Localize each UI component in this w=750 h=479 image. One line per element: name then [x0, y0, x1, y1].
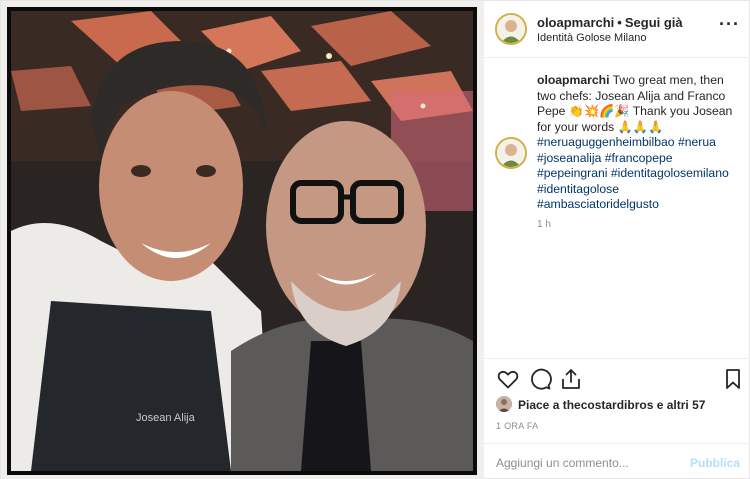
caption-timestamp[interactable]: 1 h [537, 219, 551, 230]
post-sidebar: oloapmarchi • Segui già Identità Golose Mi… [483, 1, 750, 479]
action-bar [484, 358, 750, 398]
likes-summary: Piace a thecostardibros e altri 57 [496, 396, 746, 414]
hashtag-link[interactable]: #identitagolose [537, 182, 619, 196]
separator-dot: • [617, 15, 622, 30]
follow-status-button[interactable]: Segui già [625, 15, 683, 30]
avatar-illustration [497, 139, 525, 167]
more-dots-icon[interactable]: ··· [719, 15, 740, 33]
photo-illustration: Josean Alija [11, 11, 473, 471]
comment-bar: Pubblica [484, 443, 750, 479]
liker-avatar[interactable] [496, 396, 512, 412]
post-photo-area: Josean Alija [1, 1, 483, 479]
caption-area: oloapmarchi Two great men, then two chef… [484, 59, 750, 357]
hashtag-link[interactable]: #joseanalija [537, 151, 601, 165]
share-icon[interactable] [559, 367, 583, 391]
post-location[interactable]: Identità Golose Milano [537, 32, 646, 44]
post-caption: oloapmarchi Two great men, then two chef… [537, 73, 742, 213]
caption-username[interactable]: oloapmarchi [537, 73, 609, 87]
hashtag-link[interactable]: #francopepe [605, 151, 673, 165]
author-username[interactable]: oloapmarchi [537, 15, 614, 30]
caption-author-avatar[interactable] [495, 137, 527, 169]
hashtag-link[interactable]: #neruaguggenheimbilbao [537, 135, 675, 149]
author-avatar[interactable] [495, 13, 527, 45]
avatar-illustration [497, 15, 525, 43]
likes-text[interactable]: Piace a thecostardibros e altri 57 [518, 398, 705, 412]
heart-icon[interactable] [496, 367, 520, 391]
hashtag-link[interactable]: #pepeingrani [537, 166, 607, 180]
hashtag-link[interactable]: #identitagolosemilano [611, 166, 729, 180]
instagram-post: Josean Alija oloapmarchi • Segui già Ide… [0, 0, 750, 479]
hashtag-list: #neruaguggenheimbilbao #nerua #joseanali… [537, 135, 742, 213]
post-photo[interactable]: Josean Alija [7, 7, 477, 475]
svg-text:Josean Alija: Josean Alija [136, 412, 196, 424]
post-time-ago[interactable]: 1 ORA FA [496, 421, 538, 431]
comment-input[interactable] [496, 453, 686, 473]
publish-button[interactable]: Pubblica [690, 456, 740, 470]
hashtag-link[interactable]: #nerua [678, 135, 716, 149]
comment-icon[interactable] [528, 367, 552, 391]
post-header: oloapmarchi • Segui già Identità Golose Mi… [484, 1, 750, 58]
hashtag-link[interactable]: #ambasciatoridelgusto [537, 197, 659, 211]
header-user-line: oloapmarchi • Segui già [537, 15, 683, 30]
bookmark-icon[interactable] [721, 367, 745, 391]
